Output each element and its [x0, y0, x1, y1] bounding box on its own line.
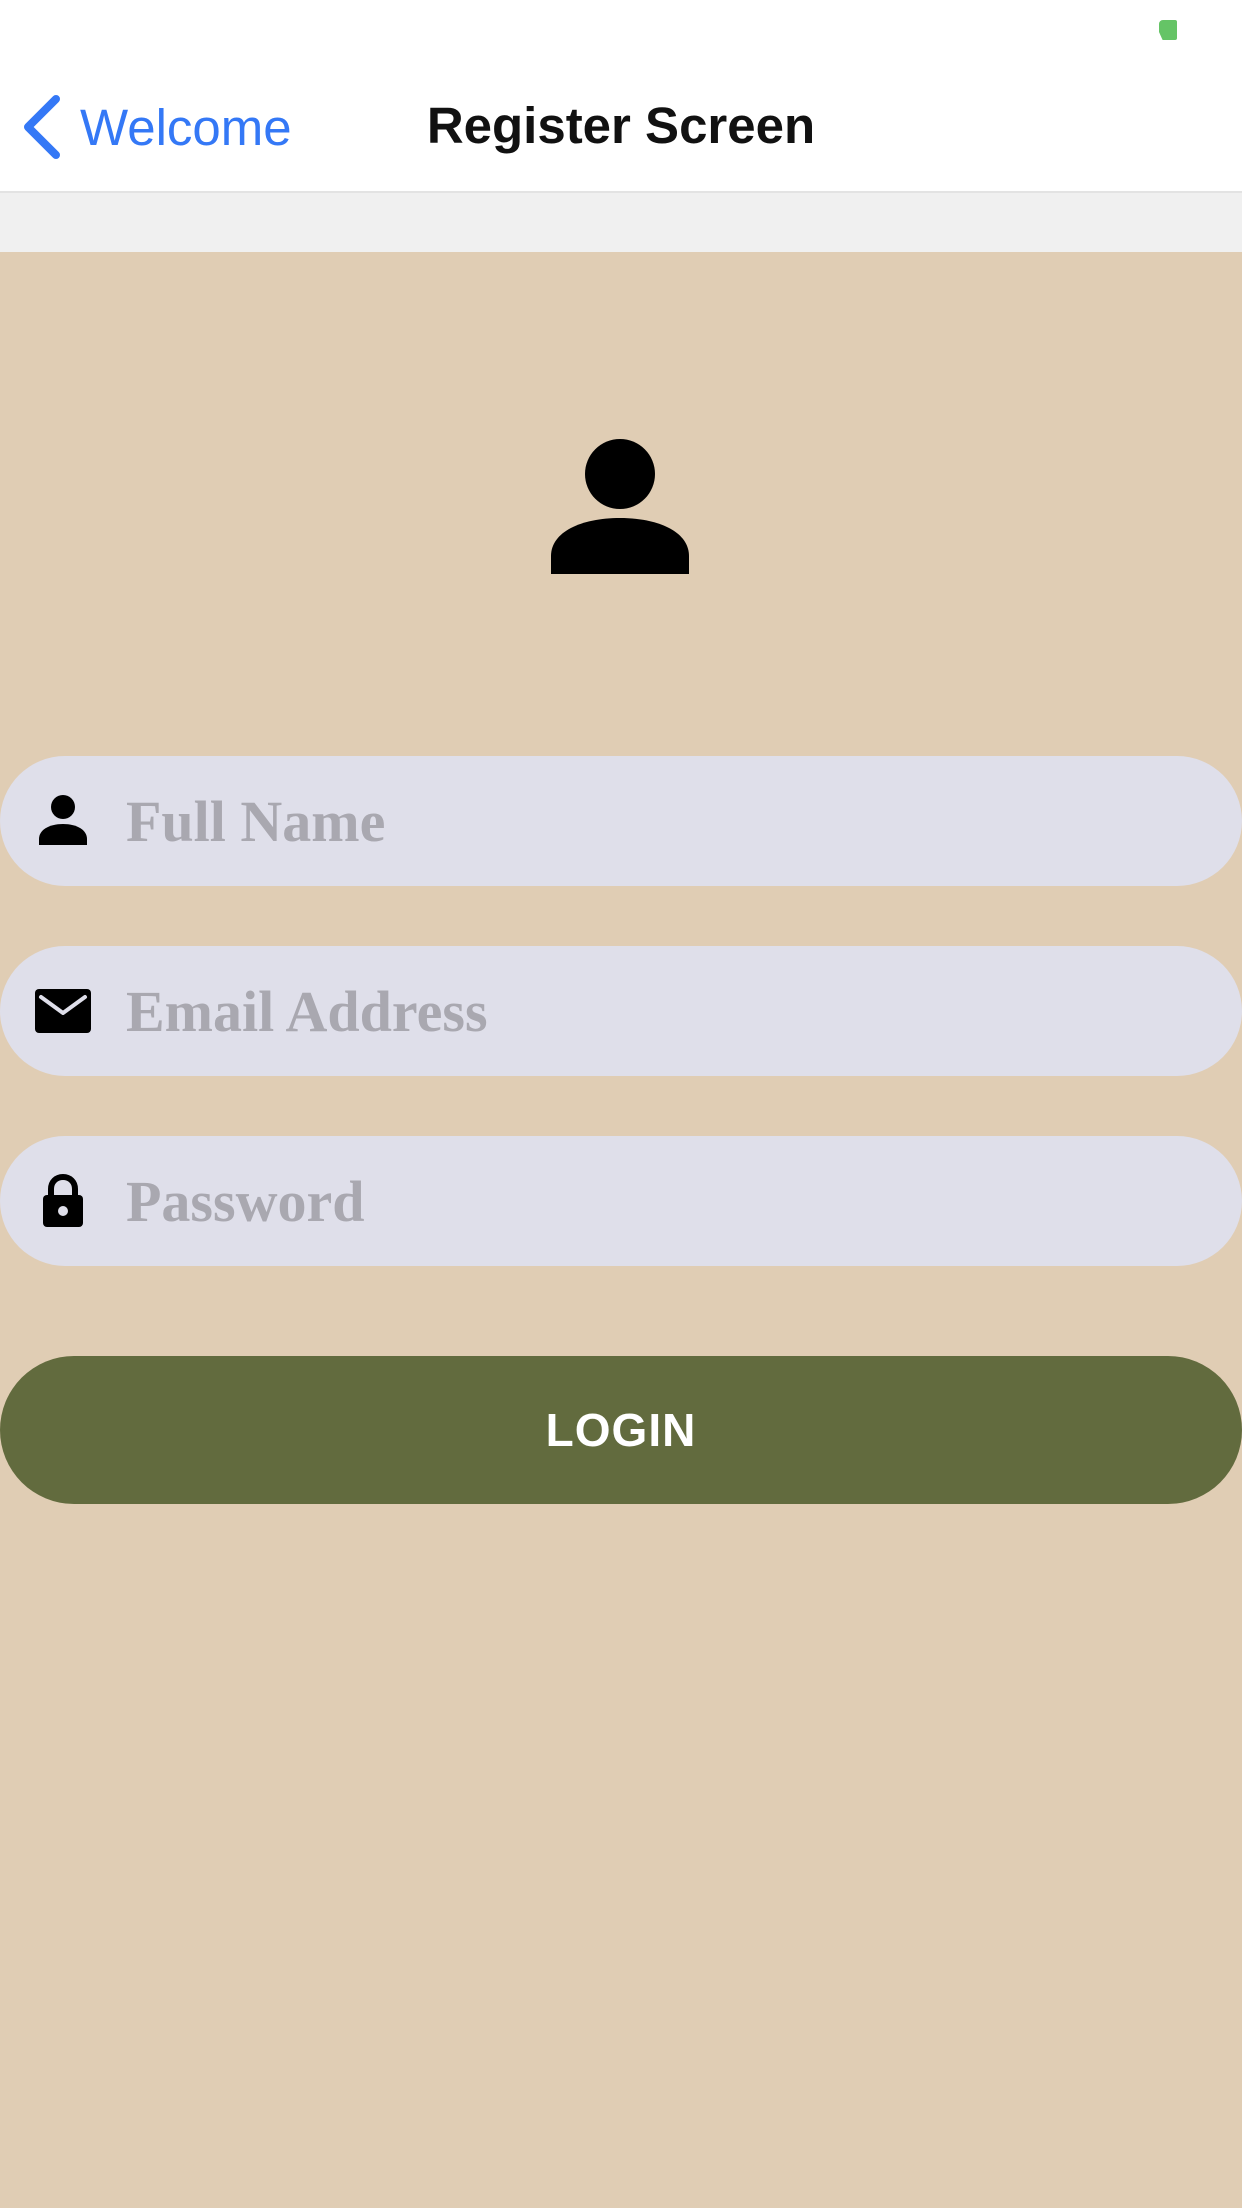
battery-icon: [1159, 20, 1177, 40]
envelope-icon: [35, 989, 91, 1033]
page-title: Register Screen: [426, 97, 816, 154]
login-button[interactable]: LOGIN: [0, 1356, 1242, 1504]
lock-icon: [43, 1173, 83, 1227]
status-bar: [0, 0, 1242, 60]
avatar-person-icon: [551, 439, 689, 574]
login-button-label: LOGIN: [545, 1404, 697, 1456]
subheader-band: [0, 193, 1242, 252]
email-field[interactable]: [0, 946, 1242, 1076]
full-name-input[interactable]: [126, 756, 1186, 886]
password-input[interactable]: [126, 1136, 1186, 1266]
person-icon: [39, 795, 87, 845]
full-name-field[interactable]: [0, 756, 1242, 886]
email-input[interactable]: [126, 946, 1186, 1076]
password-field[interactable]: [0, 1136, 1242, 1266]
navigation-bar: Welcome Register Screen: [0, 60, 1242, 193]
